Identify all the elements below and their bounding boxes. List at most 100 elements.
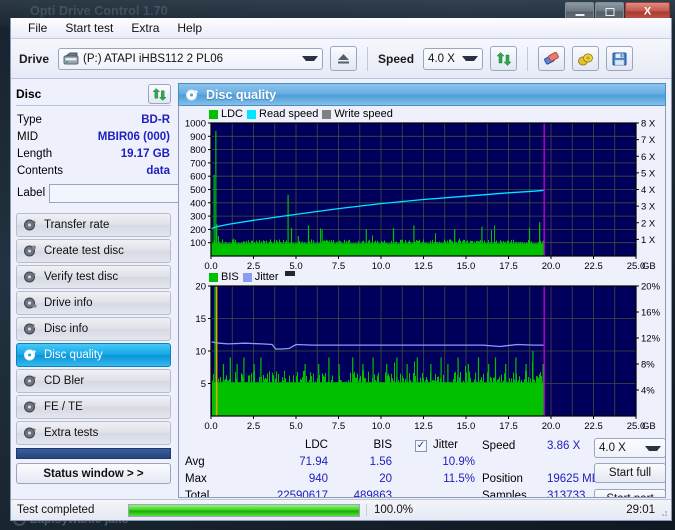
menu-help[interactable]: Help bbox=[168, 19, 211, 37]
sidebar-item-label: Extra tests bbox=[44, 427, 99, 439]
speed-key-label: Speed bbox=[482, 440, 516, 452]
svg-text:2.5: 2.5 bbox=[247, 421, 260, 432]
sidebar-item-disc-info[interactable]: Disc info bbox=[16, 317, 171, 341]
coins-button[interactable] bbox=[572, 46, 600, 71]
svg-text:15: 15 bbox=[195, 314, 206, 325]
start-full-button[interactable]: Start full bbox=[594, 463, 665, 483]
samples-key-label: Samples bbox=[482, 490, 527, 498]
drive-label: Drive bbox=[19, 51, 50, 66]
application-window: File Start test Extra Help Drive (P:) AT… bbox=[10, 18, 672, 521]
svg-text:10: 10 bbox=[195, 347, 206, 358]
page-title: Disc quality bbox=[206, 87, 277, 102]
refresh-button[interactable] bbox=[490, 46, 518, 71]
stats-header-jitter: Jitter bbox=[433, 439, 458, 451]
bis-jitter-chart: 5 10 15 20 4% 8% 12% 16% 20% 0.0 2.5 5.0 7.5 10.0 12.5… bbox=[195, 282, 661, 432]
svg-text:20: 20 bbox=[195, 282, 206, 293]
svg-text:GB: GB bbox=[642, 421, 656, 432]
save-button[interactable] bbox=[606, 46, 634, 71]
speed-select-value: 4.0 X bbox=[428, 52, 455, 65]
svg-text:22.5: 22.5 bbox=[584, 421, 603, 432]
sidebar-item-verify-test-disc[interactable]: Verify test disc bbox=[16, 265, 171, 289]
svg-text:16%: 16% bbox=[641, 308, 661, 319]
jitter-checkbox[interactable]: ✓ bbox=[415, 440, 427, 452]
disc-row-key: Contents bbox=[17, 164, 64, 177]
erase-button[interactable] bbox=[538, 46, 566, 71]
disc-row-value: BD-R bbox=[141, 113, 170, 126]
test-speed-value: 4.0 X bbox=[599, 442, 626, 454]
eject-button[interactable] bbox=[330, 46, 358, 71]
disc-verify-icon bbox=[23, 270, 37, 284]
resize-grip-icon[interactable] bbox=[658, 507, 668, 517]
svg-text:4 X: 4 X bbox=[641, 185, 656, 196]
sidebar-item-drive-info[interactable]: Drive info bbox=[16, 291, 171, 315]
svg-text:17.5: 17.5 bbox=[499, 421, 518, 432]
toolbar: Drive (P:) ATAPI iHBS112 2 PL06 Speed 4.… bbox=[11, 39, 671, 79]
disc-info-icon bbox=[23, 322, 37, 336]
extra-tests-icon bbox=[23, 426, 37, 440]
status-window-button[interactable]: Status window > > bbox=[16, 463, 171, 484]
svg-text:5: 5 bbox=[201, 379, 206, 390]
stats-max-jitter: 11.5% bbox=[443, 473, 475, 485]
coins-icon bbox=[578, 53, 594, 65]
svg-text:500: 500 bbox=[190, 185, 206, 196]
sidebar-item-create-test-disc[interactable]: Create test disc bbox=[16, 239, 171, 263]
menu-extra[interactable]: Extra bbox=[122, 19, 168, 37]
sidebar-item-label: Create test disc bbox=[44, 245, 124, 257]
legend-swatch-jitter bbox=[242, 272, 252, 282]
disc-info-rows: Type BD-R MID MBIR06 (000) Length 19.17 … bbox=[16, 109, 221, 209]
disc-row-value: data bbox=[146, 164, 170, 177]
position-key-label: Position bbox=[482, 473, 523, 485]
panel-header: Disc quality bbox=[178, 83, 666, 105]
progress-bar-fill bbox=[129, 504, 359, 516]
sidebar-accent-strip bbox=[16, 448, 171, 459]
sidebar-item-label: FE / TE bbox=[44, 401, 83, 413]
svg-text:4%: 4% bbox=[641, 386, 655, 397]
disc-refresh-button[interactable] bbox=[148, 84, 171, 104]
svg-text:20%: 20% bbox=[641, 282, 661, 293]
chevron-down-icon bbox=[645, 445, 661, 451]
disc-panel-header: Disc bbox=[16, 83, 171, 106]
svg-text:5.0: 5.0 bbox=[289, 421, 302, 432]
main-content: Disc Type BD-R MID MBIR06 (000) Length 1… bbox=[11, 79, 671, 498]
start-part-button[interactable]: Start part bbox=[594, 489, 665, 497]
chevron-down-icon bbox=[462, 56, 479, 61]
speed-select[interactable]: 4.0 X bbox=[423, 47, 484, 70]
sidebar-item-label: Disc quality bbox=[44, 349, 103, 361]
drive-select[interactable]: (P:) ATAPI iHBS112 2 PL06 bbox=[58, 47, 324, 70]
svg-text:20.0: 20.0 bbox=[542, 421, 561, 432]
disc-quality-icon bbox=[185, 88, 199, 102]
sidebar-item-label: CD Bler bbox=[44, 375, 85, 387]
disc-row-length: Length 19.17 GB bbox=[17, 145, 170, 162]
menu-start-test[interactable]: Start test bbox=[56, 19, 122, 37]
progress-percent: 100.0% bbox=[366, 504, 436, 516]
screen: Opti Drive Control 1.70 Zapisywanie jako… bbox=[0, 0, 675, 530]
fe-te-icon bbox=[23, 400, 37, 414]
disc-transfer-icon bbox=[23, 218, 37, 232]
svg-text:200: 200 bbox=[190, 225, 206, 236]
svg-text:12.5: 12.5 bbox=[414, 421, 433, 432]
svg-text:15.0: 15.0 bbox=[457, 261, 476, 272]
sidebar-item-label: Disc info bbox=[44, 323, 89, 335]
sidebar-item-fe-te[interactable]: FE / TE bbox=[16, 395, 171, 419]
sidebar-item-extra-tests[interactable]: Extra tests bbox=[16, 421, 171, 445]
sidebar-item-disc-quality[interactable]: Disc quality bbox=[16, 343, 171, 367]
svg-text:8%: 8% bbox=[641, 360, 655, 371]
legend-swatch-ldc bbox=[209, 109, 218, 119]
legend-swatch-bis bbox=[209, 272, 218, 282]
svg-text:1 X: 1 X bbox=[641, 235, 656, 246]
disc-row-type: Type BD-R bbox=[17, 111, 170, 128]
menu-file[interactable]: File bbox=[19, 19, 56, 37]
svg-text:6 X: 6 X bbox=[641, 152, 656, 163]
svg-text:800: 800 bbox=[190, 145, 206, 156]
sidebar-item-cd-bler[interactable]: CD Bler bbox=[16, 369, 171, 393]
toolbar-separator-1 bbox=[367, 46, 369, 71]
disc-row-key: Type bbox=[17, 113, 42, 126]
test-speed-select[interactable]: 4.0 X bbox=[594, 438, 665, 458]
disc-panel-title: Disc bbox=[16, 87, 42, 101]
svg-text:12.5: 12.5 bbox=[414, 261, 433, 272]
svg-text:20.0: 20.0 bbox=[542, 261, 561, 272]
svg-text:7.5: 7.5 bbox=[332, 421, 345, 432]
stats-row-label-total: Total bbox=[185, 490, 210, 498]
cd-bler-icon bbox=[23, 374, 37, 388]
sidebar-item-transfer-rate[interactable]: Transfer rate bbox=[16, 213, 171, 237]
